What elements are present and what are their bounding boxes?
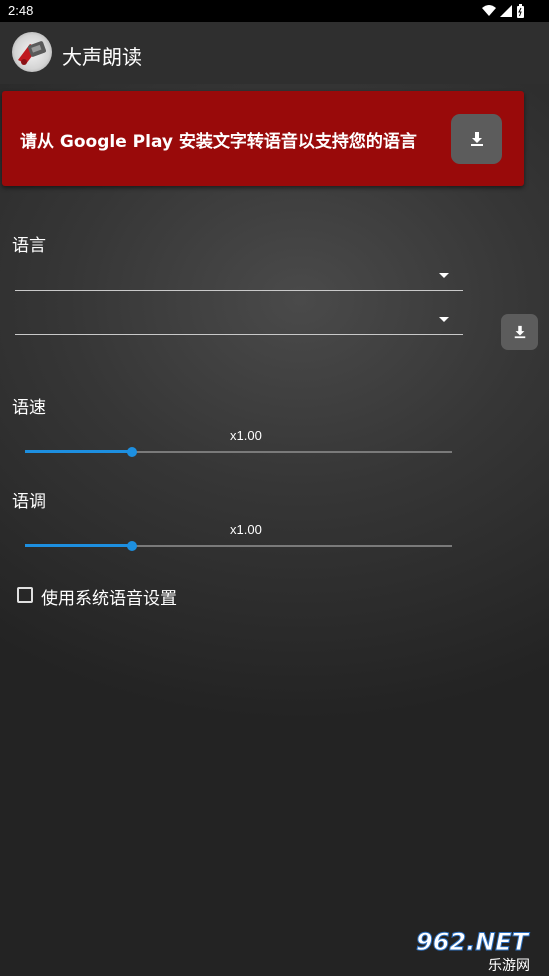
system-settings-checkbox[interactable] <box>17 587 33 603</box>
watermark-text-top: 962.NET <box>416 928 530 956</box>
pitch-slider[interactable] <box>25 539 452 553</box>
status-bar: 2:48 <box>0 0 549 22</box>
banner-download-button[interactable] <box>451 114 502 164</box>
banner-message: 请从 Google Play 安装文字转语音以支持您的语言 <box>20 132 417 152</box>
status-time: 2:48 <box>8 3 34 18</box>
battery-icon <box>517 4 524 18</box>
download-icon <box>470 132 483 146</box>
voice-dropdown[interactable] <box>15 308 463 335</box>
slider-fill <box>25 450 132 453</box>
wifi-icon <box>482 5 496 16</box>
download-icon <box>514 325 525 339</box>
voice-download-button[interactable] <box>501 314 538 350</box>
app-bar: 大声朗读 <box>0 22 549 84</box>
pitch-value: x1.00 <box>230 522 262 537</box>
slider-thumb[interactable] <box>126 541 137 551</box>
speed-slider[interactable] <box>25 445 452 459</box>
watermark-text-bottom: 乐游网 <box>488 958 530 974</box>
speed-value: x1.00 <box>230 428 262 443</box>
install-tts-banner: 请从 Google Play 安装文字转语音以支持您的语言 <box>2 91 524 186</box>
language-dropdown[interactable] <box>15 264 463 291</box>
slider-thumb[interactable] <box>126 447 137 457</box>
dropdown-arrow-icon <box>439 273 449 278</box>
signal-icon <box>500 5 512 17</box>
dropdown-arrow-icon <box>439 317 449 322</box>
app-logo-icon[interactable] <box>12 32 52 72</box>
watermark-logo: 962.NET 乐游网 <box>416 928 531 975</box>
system-settings-label: 使用系统语音设置 <box>41 589 177 609</box>
language-label: 语言 <box>12 236 46 256</box>
status-icons <box>482 4 524 18</box>
pitch-label: 语调 <box>12 492 46 512</box>
app-title: 大声朗读 <box>62 45 142 69</box>
slider-fill <box>25 544 132 547</box>
speed-label: 语速 <box>12 398 46 418</box>
